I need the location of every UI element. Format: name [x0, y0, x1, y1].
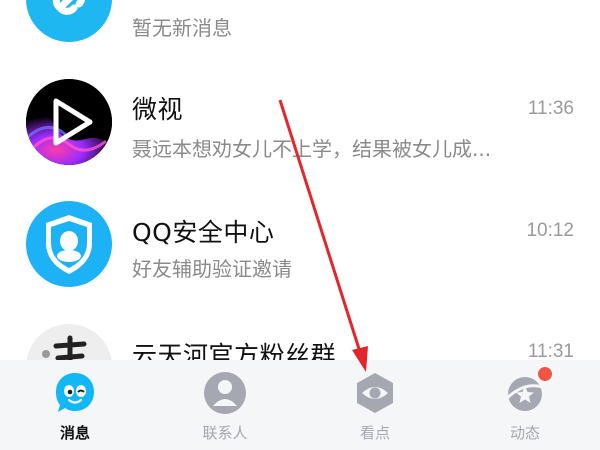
tab-messages[interactable]: 消息 — [0, 360, 150, 450]
conversation-time: 10:12 — [526, 220, 574, 241]
conversation-title: 微视 — [132, 95, 184, 124]
conversation-item[interactable]: 微视 11:36 聂远本想劝女儿不上学，结果被女儿成... — [0, 60, 600, 182]
message-penguin-icon — [52, 370, 98, 416]
conversation-time: 11:31 — [527, 341, 574, 360]
conversation-title: QQ安全中心 — [132, 218, 275, 247]
tab-kandian[interactable]: 看点 — [300, 360, 450, 450]
tab-contacts[interactable]: 联系人 — [150, 360, 300, 450]
notification-badge-dot — [536, 365, 554, 383]
link-icon — [26, 0, 112, 42]
conversation-time: 11:36 — [527, 98, 574, 119]
eye-icon — [352, 370, 398, 416]
bottom-tab-bar: 消息 联系人 看点 动态 — [0, 360, 600, 450]
conversation-item[interactable]: 暂无新消息 — [0, 0, 600, 60]
conversation-preview: 聂远本想劝女儿不上学，结果被女儿成... — [132, 137, 492, 161]
conversation-title: 云天河官方粉丝群 — [132, 341, 337, 360]
tab-label: 消息 — [59, 424, 90, 442]
conversation-preview: 暂无新消息 — [132, 16, 232, 40]
calligraphy-avatar — [26, 324, 112, 360]
conversation-item[interactable]: 云天河官方粉丝群 11:31 — [0, 308, 600, 360]
tab-dynamics[interactable]: 动态 — [450, 360, 600, 450]
conversation-preview: 好友辅助验证邀请 — [132, 257, 292, 281]
conversation-list: 暂无新消息 微视 11:36 聂远本想劝女儿不上学，结果被女儿成... QQ安全… — [0, 0, 600, 360]
contacts-icon — [202, 370, 248, 416]
weishi-play-icon — [26, 79, 112, 165]
tab-label: 看点 — [359, 424, 390, 442]
qq-security-shield-icon — [26, 201, 112, 287]
tab-label: 动态 — [509, 424, 540, 442]
conversation-item[interactable]: QQ安全中心 10:12 好友辅助验证邀请 — [0, 185, 600, 307]
tab-label: 联系人 — [202, 424, 248, 442]
